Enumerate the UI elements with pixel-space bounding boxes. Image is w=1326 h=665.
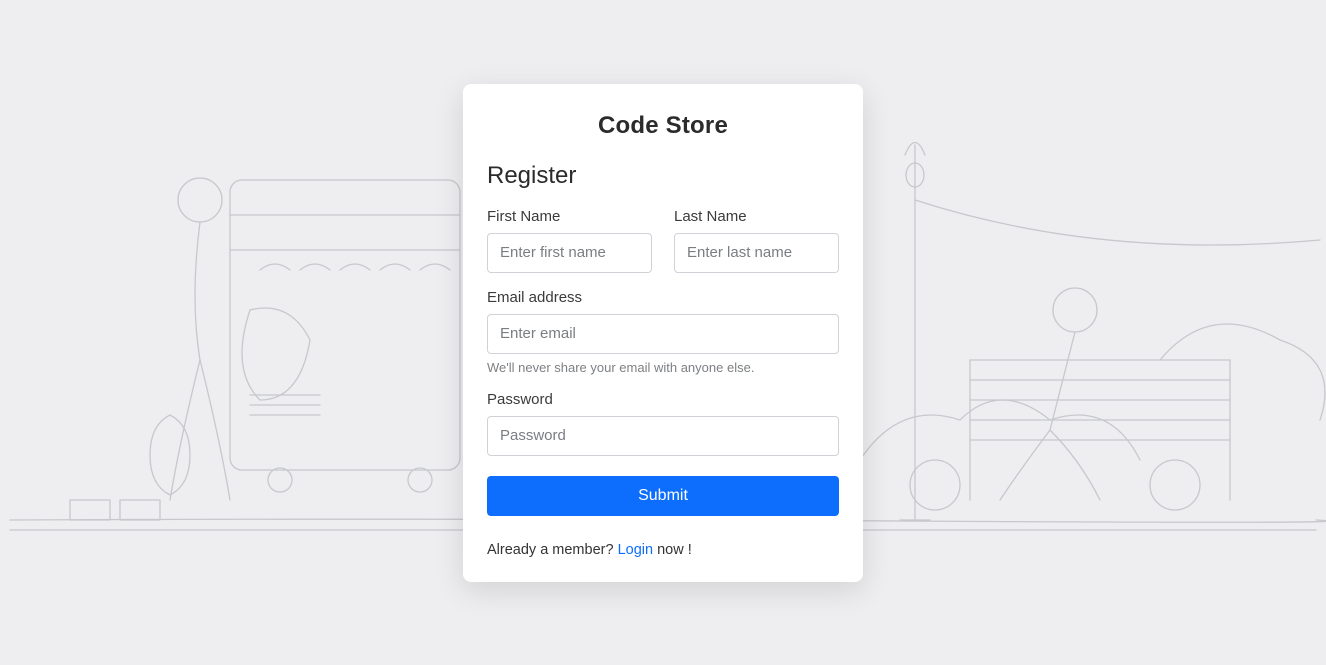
email-label: Email address [487, 289, 839, 306]
register-card: Code Store Register First Name Last Name… [463, 84, 863, 582]
last-name-field: Last Name [674, 208, 839, 273]
password-field: Password [487, 391, 839, 456]
name-row: First Name Last Name [487, 208, 839, 273]
password-label: Password [487, 391, 839, 408]
register-heading: Register [487, 162, 839, 190]
submit-button[interactable]: Submit [487, 476, 839, 516]
login-link[interactable]: Login [618, 542, 653, 558]
last-name-label: Last Name [674, 208, 839, 225]
login-prompt-prefix: Already a member? [487, 542, 618, 558]
password-input[interactable] [487, 416, 839, 456]
login-prompt: Already a member? Login now ! [487, 542, 839, 558]
login-prompt-suffix: now ! [653, 542, 692, 558]
email-field: Email address We'll never share your ema… [487, 289, 839, 375]
brand-title: Code Store [487, 112, 839, 140]
last-name-input[interactable] [674, 233, 839, 273]
email-hint: We'll never share your email with anyone… [487, 360, 839, 375]
email-input[interactable] [487, 314, 839, 354]
first-name-input[interactable] [487, 233, 652, 273]
first-name-field: First Name [487, 208, 652, 273]
first-name-label: First Name [487, 208, 652, 225]
